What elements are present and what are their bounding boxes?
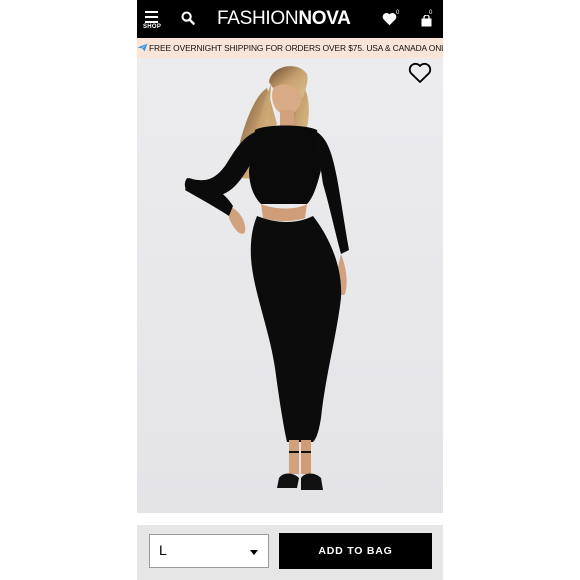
brand-logo[interactable]: FASHIONNOVA [217, 6, 357, 32]
wishlist-button[interactable]: 0 [382, 10, 400, 28]
wishlist-count: 0 [396, 10, 400, 16]
logo-text-fashion: FASHION [217, 8, 299, 29]
model-illustration [137, 58, 443, 513]
favorite-button[interactable] [408, 62, 432, 84]
heart-icon [382, 12, 397, 26]
chevron-down-icon [250, 550, 258, 555]
add-to-bag-button[interactable]: ADD TO BAG [279, 533, 432, 569]
shopping-bag-icon [421, 15, 432, 27]
airplane-icon [137, 38, 148, 58]
purchase-bar: L ADD TO BAG [137, 525, 443, 580]
product-image[interactable] [137, 58, 443, 513]
shop-label: SHOP [143, 24, 162, 30]
size-dropdown[interactable]: L [149, 534, 269, 568]
bag-count: 0 [429, 10, 433, 16]
bag-button[interactable]: 0 [420, 10, 438, 28]
search-button[interactable] [181, 11, 195, 25]
shipping-promo-banner[interactable]: FREE OVERNIGHT SHIPPING FOR ORDERS OVER … [137, 38, 443, 58]
promo-text: FREE OVERNIGHT SHIPPING FOR ORDERS OVER … [149, 43, 443, 53]
app-frame: SHOP FASHIONNOVA 0 0 FREE OVERNIGHT SHIP… [137, 0, 443, 580]
search-icon [181, 11, 195, 25]
top-header: SHOP FASHIONNOVA 0 0 [137, 0, 443, 38]
logo-text-nova: NOVA [298, 8, 351, 29]
shop-menu-button[interactable]: SHOP [143, 7, 161, 33]
heart-outline-icon [408, 62, 432, 83]
size-selected-value: L [159, 542, 167, 558]
